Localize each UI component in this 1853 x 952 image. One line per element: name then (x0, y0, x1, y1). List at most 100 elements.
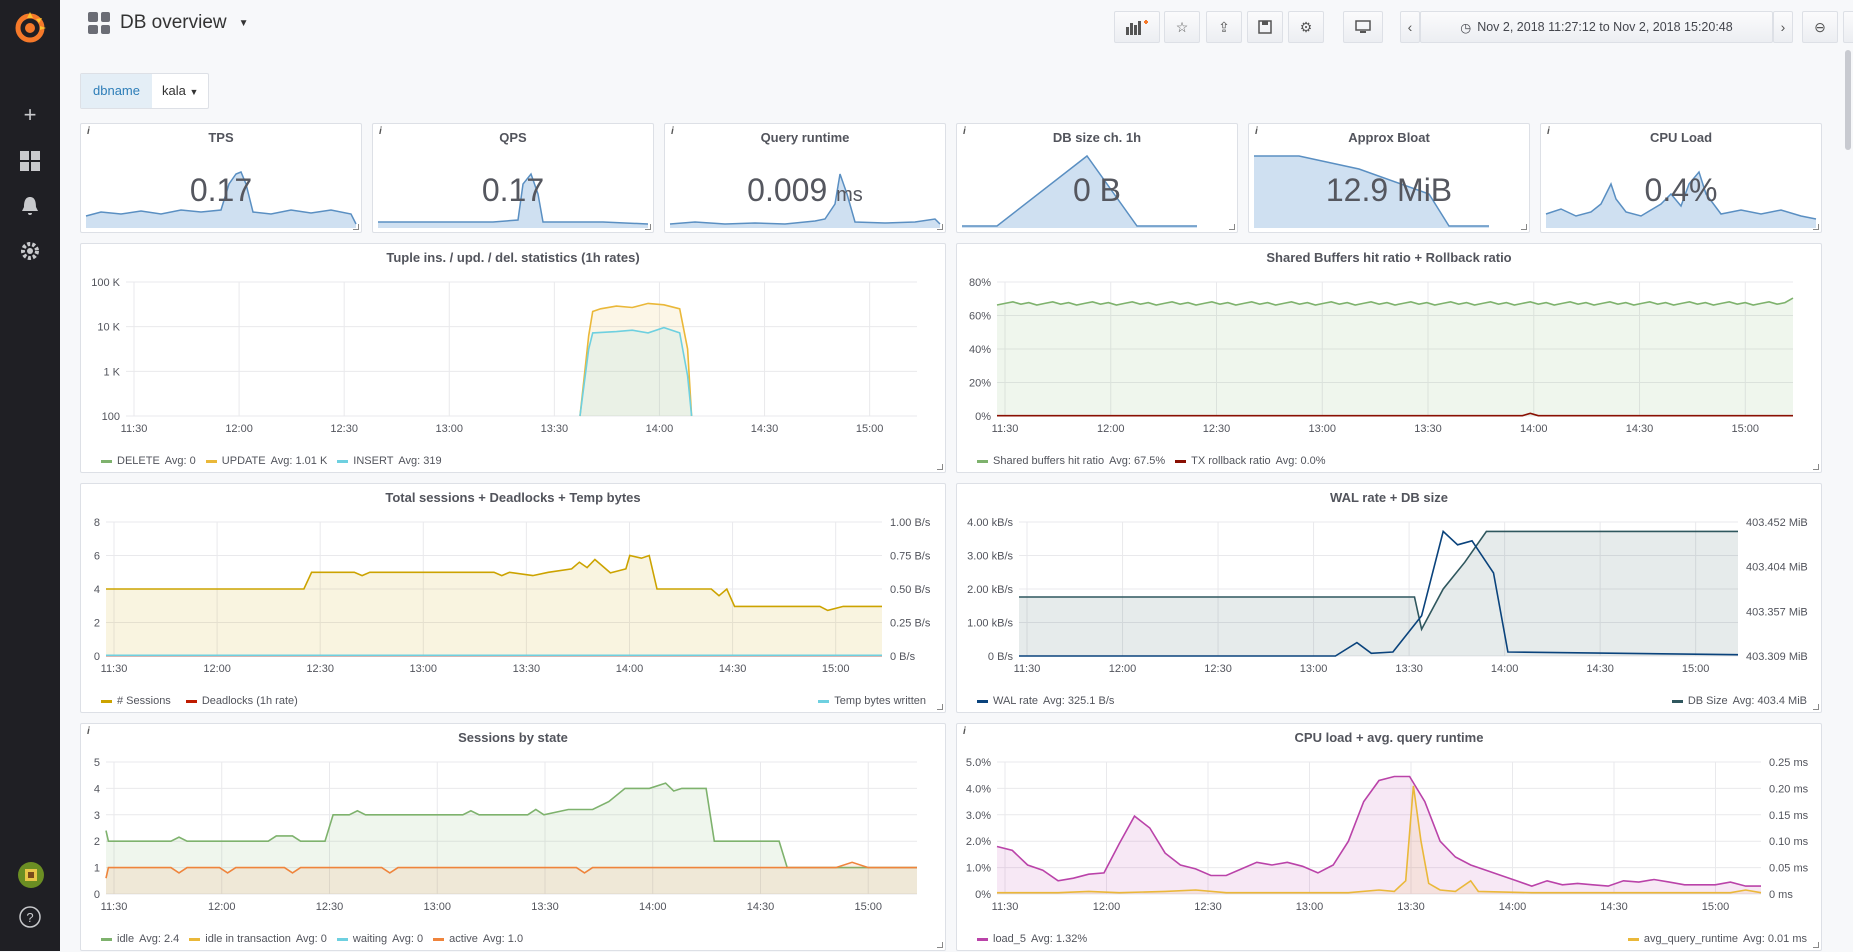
legend-item[interactable]: TX rollback ratio Avg: 0.0% (1175, 455, 1326, 467)
variable-dbname-select[interactable]: kala ▼ (152, 74, 208, 108)
legend-item[interactable]: DELETE Avg: 0 (101, 455, 196, 467)
x-tick-label: 14:30 (719, 663, 747, 675)
legend-item[interactable]: # Sessions (101, 695, 176, 707)
dashboards-icon[interactable] (18, 150, 42, 174)
time-range-text: Nov 2, 2018 11:27:12 to Nov 2, 2018 15:2… (1477, 20, 1733, 34)
graph-canvas: 4.00 kB/s 3.00 kB/s 2.00 kB/s 1.00 kB/s 0 B/… (967, 517, 1808, 675)
settings-button[interactable]: ⚙ (1288, 11, 1324, 43)
resize-handle[interactable] (1813, 704, 1819, 710)
star-button[interactable]: ☆ (1164, 11, 1200, 43)
resize-handle[interactable] (1813, 224, 1819, 230)
legend-item[interactable]: active Avg: 1.0 (433, 933, 523, 945)
y-tick-label: 0% (975, 889, 991, 901)
x-tick-label: 14:00 (1491, 663, 1519, 675)
stat-title[interactable]: CPU Load (1541, 130, 1821, 145)
refresh-button[interactable]: ↻ (1843, 11, 1853, 43)
stat-panel[interactable]: i DB size ch. 1h 0 B (956, 123, 1238, 233)
legend-item[interactable]: UPDATE Avg: 1.01 K (205, 455, 327, 467)
graph-panel-sessions[interactable]: Total sessions + Deadlocks + Temp bytes … (80, 483, 946, 713)
stat-title[interactable]: TPS (81, 130, 361, 145)
alerting-bell-icon[interactable] (18, 195, 42, 219)
legend-item[interactable]: idle Avg: 2.4 (101, 933, 179, 945)
chevron-down-icon: ▼ (238, 17, 249, 29)
graph-panel-buffers[interactable]: Shared Buffers hit ratio + Rollback rati… (956, 243, 1822, 473)
time-back-button[interactable]: ‹ (1400, 11, 1420, 43)
legend-name: INSERT (353, 455, 394, 467)
y-right-tick-label: 0.20 ms (1769, 783, 1809, 795)
view-mode-button[interactable] (1343, 11, 1383, 43)
x-tick-label: 13:30 (1395, 663, 1423, 675)
x-tick-label: 15:00 (1702, 901, 1730, 913)
configuration-gear-icon[interactable] (18, 240, 42, 264)
stat-panel[interactable]: i Query runtime 0.009 ms (664, 123, 946, 233)
x-tick-label: 14:30 (1586, 663, 1614, 675)
resize-handle[interactable] (353, 224, 359, 230)
legend-item[interactable]: Shared buffers hit ratio Avg: 67.5% (977, 455, 1165, 467)
legend-item[interactable]: DB Size Avg: 403.4 MiB (1671, 695, 1807, 707)
resize-handle[interactable] (1813, 942, 1819, 948)
resize-handle[interactable] (1521, 224, 1527, 230)
stat-title[interactable]: Query runtime (665, 130, 945, 145)
resize-handle[interactable] (937, 464, 943, 470)
x-tick-label: 12:00 (1097, 423, 1125, 435)
legend-swatch (977, 699, 988, 703)
zoom-out-button[interactable]: ⊖ (1802, 11, 1838, 43)
legend-swatch (818, 699, 830, 703)
help-icon[interactable]: ? (18, 905, 42, 929)
dashboard-title[interactable]: DB overview ▼ (88, 12, 249, 34)
stat-panel[interactable]: i QPS 0.17 (372, 123, 654, 233)
legend-stat: Avg: 67.5% (1109, 455, 1166, 467)
svg-text:?: ? (26, 910, 33, 925)
graph-panel-states[interactable]: i Sessions by state 5 4 3 2 1 0 11:30 12:00 12:3… (80, 723, 946, 951)
resize-handle[interactable] (937, 224, 943, 230)
stat-panel[interactable]: i CPU Load 0.4% (1540, 123, 1822, 233)
legend-swatch (101, 459, 112, 463)
legend-item[interactable]: waiting Avg: 0 (336, 933, 423, 945)
add-panel-button[interactable] (1114, 11, 1160, 43)
stat-title[interactable]: DB size ch. 1h (957, 130, 1237, 145)
page-scrollbar[interactable] (1845, 50, 1851, 150)
legend-item[interactable]: avg_query_runtime Avg: 0.01 ms (1627, 933, 1807, 945)
y-right-tick-label: 0.75 B/s (890, 551, 931, 563)
stat-title[interactable]: Approx Bloat (1249, 130, 1529, 145)
legend-item[interactable]: load_5 Avg: 1.32% (977, 933, 1087, 945)
legend-item[interactable]: idle in transaction Avg: 0 (189, 933, 327, 945)
x-tick-label: 12:30 (1204, 663, 1232, 675)
y-tick-label: 3 (94, 810, 100, 822)
y-right-tick-label: 0.05 ms (1769, 863, 1809, 875)
legend-item[interactable]: Temp bytes written (818, 695, 931, 707)
x-tick-label: 13:30 (513, 663, 541, 675)
time-range-picker[interactable]: ◷ Nov 2, 2018 11:27:12 to Nov 2, 2018 15… (1420, 11, 1773, 43)
x-tick-label: 13:00 (410, 663, 438, 675)
graph-panel-cpu[interactable]: i CPU load + avg. query runtime 5.0% 4.0%… (956, 723, 1822, 951)
share-button[interactable]: ⇪ (1206, 11, 1242, 43)
graph-panel-wal[interactable]: WAL rate + DB size 4.00 kB/s 3.00 kB/s 2.0… (956, 483, 1822, 713)
x-tick-label: 14:30 (747, 901, 775, 913)
resize-handle[interactable] (937, 704, 943, 710)
y-tick-label: 100 (102, 411, 120, 423)
stat-panel[interactable]: i Approx Bloat 12.9 MiB (1248, 123, 1530, 233)
graph-panel-tuples[interactable]: Tuple ins. / upd. / del. statistics (1h … (80, 243, 946, 473)
legend-item[interactable]: INSERT Avg: 319 (337, 455, 442, 467)
create-plus-icon[interactable]: + (18, 103, 42, 127)
graph-canvas: 100 K 10 K 1 K 10011:30 12:00 12:30 13:00 13:30… (91, 277, 917, 435)
resize-handle[interactable] (937, 942, 943, 948)
resize-handle[interactable] (1229, 224, 1235, 230)
stat-title[interactable]: QPS (373, 130, 653, 145)
zoom-out-icon: ⊖ (1814, 18, 1826, 35)
resize-handle[interactable] (1813, 464, 1819, 470)
save-button[interactable] (1247, 11, 1283, 43)
stat-panel[interactable]: i TPS 0.17 (80, 123, 362, 233)
series-area (997, 776, 1761, 894)
legend-item[interactable]: Deadlocks (1h rate) (185, 695, 303, 707)
time-forward-button[interactable]: › (1773, 11, 1793, 43)
x-tick-label: 11:30 (101, 663, 128, 675)
legend-stat: Avg: 403.4 MiB (1732, 695, 1807, 707)
legend-item[interactable]: WAL rate Avg: 325.1 B/s (977, 695, 1114, 707)
y-tick-label: 40% (969, 344, 991, 356)
grafana-logo[interactable] (12, 10, 48, 46)
resize-handle[interactable] (645, 224, 651, 230)
legend-name: idle (117, 933, 135, 945)
user-avatar[interactable] (18, 862, 44, 888)
legend: # Sessions Deadlocks (1h rate) (101, 695, 303, 707)
